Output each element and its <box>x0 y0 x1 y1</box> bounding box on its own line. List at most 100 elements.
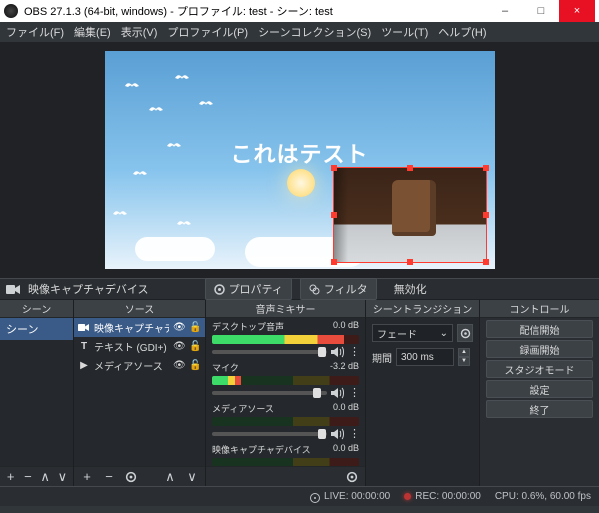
channel-db: 0.0 dB <box>333 402 359 415</box>
channel-name: デスクトップ音声 <box>212 320 284 333</box>
remove-source-button[interactable]: − <box>100 469 118 485</box>
menu-profile[interactable]: プロファイル(P) <box>167 24 248 40</box>
scene-down-button[interactable]: ∨ <box>56 469 69 485</box>
transition-properties-button[interactable] <box>457 324 473 342</box>
speaker-icon[interactable] <box>331 387 345 399</box>
menu-view[interactable]: 表示(V) <box>121 24 158 40</box>
channel-menu-button[interactable]: ⋮ <box>349 386 359 399</box>
resize-handle[interactable] <box>331 212 337 218</box>
channel-name: マイク <box>212 361 239 374</box>
filters-button[interactable]: フィルタ <box>300 278 377 300</box>
remove-scene-button[interactable]: − <box>21 469 34 485</box>
camera-icon <box>78 323 90 332</box>
visibility-toggle[interactable]: 👁 <box>173 322 185 333</box>
transitions-header[interactable]: シーントランジション <box>366 300 479 318</box>
duration-input[interactable]: 300 ms <box>396 348 454 366</box>
rec-status: REC: 00:00:00 <box>404 491 481 502</box>
resize-handle[interactable] <box>483 165 489 171</box>
obs-app-icon <box>4 4 18 18</box>
resize-handle[interactable] <box>407 259 413 265</box>
source-properties-button[interactable] <box>122 469 140 485</box>
menu-file[interactable]: ファイル(F) <box>6 24 64 40</box>
controls-header[interactable]: コントロール <box>480 300 599 318</box>
source-item[interactable]: ▶ メディアソース 👁 🔓 <box>74 356 205 375</box>
speaker-icon[interactable] <box>331 346 345 358</box>
scene-item[interactable]: シーン <box>0 318 73 340</box>
lock-toggle[interactable]: 🔓 <box>189 341 201 352</box>
camera-icon <box>6 284 20 295</box>
preview-bird <box>113 209 127 219</box>
preview-pip-selected[interactable] <box>333 167 487 263</box>
controls-panel: コントロール 配信開始 録画開始 スタジオモード 設定 終了 <box>480 300 599 486</box>
settings-button[interactable]: 設定 <box>486 380 593 398</box>
duration-stepper[interactable]: ▲▼ <box>458 348 470 366</box>
minimize-button[interactable]: – <box>487 0 523 22</box>
lock-toggle[interactable]: 🔓 <box>189 360 201 371</box>
sources-list[interactable]: 映像キャプチャデバ 👁 🔓 T テキスト (GDI+) 👁 🔓 ▶ メディアソー… <box>74 318 205 466</box>
volume-slider[interactable] <box>212 432 327 436</box>
properties-button[interactable]: プロパティ <box>205 278 292 300</box>
scenes-list[interactable]: シーン <box>0 318 73 466</box>
disable-button[interactable]: 無効化 <box>385 278 436 300</box>
scenes-header[interactable]: シーン <box>0 300 73 318</box>
scene-up-button[interactable]: ∧ <box>39 469 52 485</box>
menu-tools[interactable]: ツール(T) <box>381 24 428 40</box>
add-source-button[interactable]: + <box>78 469 96 485</box>
audio-meter <box>212 376 359 385</box>
source-up-button[interactable]: ∧ <box>161 469 179 485</box>
exit-button[interactable]: 終了 <box>486 400 593 418</box>
preview-bird <box>133 169 147 179</box>
source-label: 映像キャプチャデバ <box>94 320 169 335</box>
audio-meter <box>212 417 359 426</box>
volume-slider[interactable] <box>212 350 327 354</box>
channel-menu-button[interactable]: ⋮ <box>349 427 359 440</box>
resize-handle[interactable] <box>407 165 413 171</box>
close-button[interactable]: × <box>559 0 595 22</box>
menu-help[interactable]: ヘルプ(H) <box>438 24 486 40</box>
start-recording-button[interactable]: 録画開始 <box>486 340 593 358</box>
source-label: メディアソース <box>94 358 169 373</box>
source-down-button[interactable]: ∨ <box>183 469 201 485</box>
sources-panel: ソース 映像キャプチャデバ 👁 🔓 T テキスト (GDI+) 👁 🔓 ▶ メデ… <box>74 300 206 486</box>
mixer-settings-button[interactable] <box>343 469 361 485</box>
preview-area: これはテスト <box>0 42 599 278</box>
studio-mode-button[interactable]: スタジオモード <box>486 360 593 378</box>
preview-bird <box>175 73 189 83</box>
preview-canvas[interactable]: これはテスト <box>105 51 495 269</box>
media-icon: ▶ <box>78 360 90 371</box>
live-status: LIVE: 00:00:00 <box>310 491 390 503</box>
channel-menu-button[interactable]: ⋮ <box>349 345 359 358</box>
resize-handle[interactable] <box>331 165 337 171</box>
source-context-toolbar: 映像キャプチャデバイス プロパティ フィルタ 無効化 <box>0 278 599 300</box>
preview-pip-image <box>334 168 486 262</box>
visibility-toggle[interactable]: 👁 <box>173 341 185 352</box>
chevron-down-icon: ⌄ <box>440 328 448 339</box>
audio-meter <box>212 458 359 466</box>
transition-select[interactable]: フェード ⌄ <box>372 324 453 342</box>
resize-handle[interactable] <box>483 259 489 265</box>
resize-handle[interactable] <box>331 259 337 265</box>
broadcast-icon <box>310 493 320 503</box>
filter-icon <box>309 284 320 295</box>
cpu-status: CPU: 0.6%, 60.00 fps <box>495 491 591 502</box>
source-item[interactable]: 映像キャプチャデバ 👁 🔓 <box>74 318 205 337</box>
add-scene-button[interactable]: + <box>4 469 17 485</box>
status-bar: LIVE: 00:00:00 REC: 00:00:00 CPU: 0.6%, … <box>0 486 599 506</box>
volume-slider[interactable] <box>212 391 327 395</box>
audio-meter <box>212 335 359 344</box>
channel-name: 映像キャプチャデバイス <box>212 443 311 456</box>
resize-handle[interactable] <box>483 212 489 218</box>
gear-icon <box>214 284 225 295</box>
preview-bird <box>167 141 181 151</box>
menu-scene-collection[interactable]: シーンコレクション(S) <box>258 24 371 40</box>
source-item[interactable]: T テキスト (GDI+) 👁 🔓 <box>74 337 205 356</box>
visibility-toggle[interactable]: 👁 <box>173 360 185 371</box>
duration-label: 期間 <box>372 350 392 365</box>
maximize-button[interactable]: □ <box>523 0 559 22</box>
lock-toggle[interactable]: 🔓 <box>189 322 201 333</box>
speaker-icon[interactable] <box>331 428 345 440</box>
start-streaming-button[interactable]: 配信開始 <box>486 320 593 338</box>
sources-header[interactable]: ソース <box>74 300 205 318</box>
mixer-header[interactable]: 音声ミキサー <box>206 300 365 318</box>
menu-edit[interactable]: 編集(E) <box>74 24 111 40</box>
